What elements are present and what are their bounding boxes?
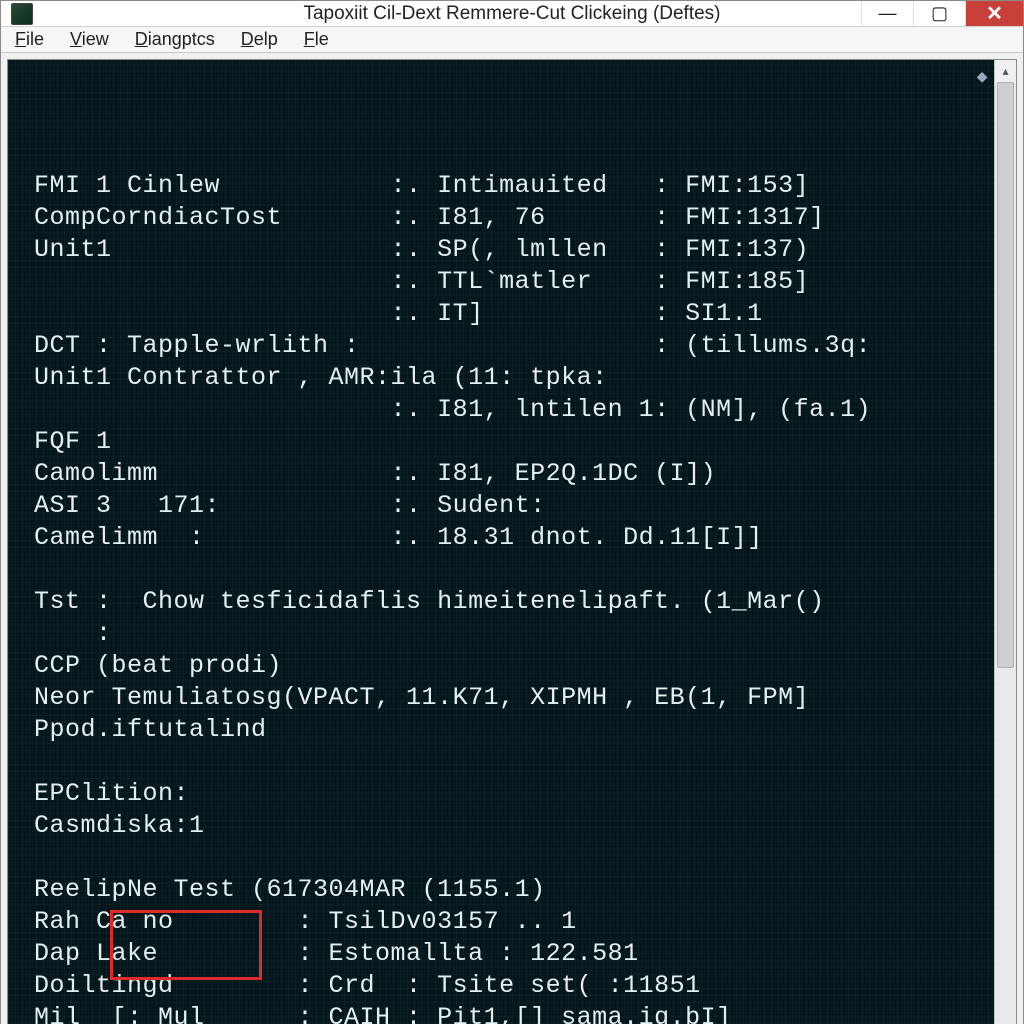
- menu-file[interactable]: File: [11, 27, 48, 52]
- terminal-wrap: ◆ FMI 1 Cinlew :. Intimauited : FMI:153]…: [7, 59, 1017, 1024]
- terminal-output[interactable]: ◆ FMI 1 Cinlew :. Intimauited : FMI:153]…: [8, 60, 994, 1024]
- scroll-track[interactable]: [995, 82, 1016, 1024]
- menu-delp[interactable]: Delp: [237, 27, 282, 52]
- scroll-thumb[interactable]: [997, 82, 1014, 668]
- scroll-up-button[interactable]: ▴: [995, 60, 1016, 82]
- terminal-text: FMI 1 Cinlew :. Intimauited : FMI:153] C…: [34, 170, 984, 1024]
- app-icon: [11, 3, 33, 25]
- window-controls: — ▢ ✕: [861, 1, 1023, 26]
- menu-fle[interactable]: Fle: [300, 27, 333, 52]
- menu-view[interactable]: View: [66, 27, 113, 52]
- title-bar[interactable]: Tapoxiit Cil-Dext Remmere-Cut Clickeing …: [1, 1, 1023, 27]
- vertical-scrollbar[interactable]: ▴ ▾: [994, 60, 1016, 1024]
- minimize-button[interactable]: —: [861, 1, 913, 26]
- menu-diangptcs[interactable]: Diangptcs: [131, 27, 219, 52]
- close-button[interactable]: ✕: [965, 1, 1023, 26]
- app-window: Tapoxiit Cil-Dext Remmere-Cut Clickeing …: [0, 0, 1024, 1024]
- menu-view-rest: iew: [82, 29, 109, 49]
- menu-file-rest: ile: [26, 29, 44, 49]
- menu-bar: File View Diangptcs Delp Fle: [1, 27, 1023, 53]
- client-area: ◆ FMI 1 Cinlew :. Intimauited : FMI:153]…: [1, 53, 1023, 1024]
- menu-fle-rest: le: [315, 29, 329, 49]
- scroll-hint-icon: ◆: [977, 70, 988, 88]
- menu-delp-rest: elp: [254, 29, 278, 49]
- maximize-button[interactable]: ▢: [913, 1, 965, 26]
- menu-diangptcs-rest: iangptcs: [148, 29, 215, 49]
